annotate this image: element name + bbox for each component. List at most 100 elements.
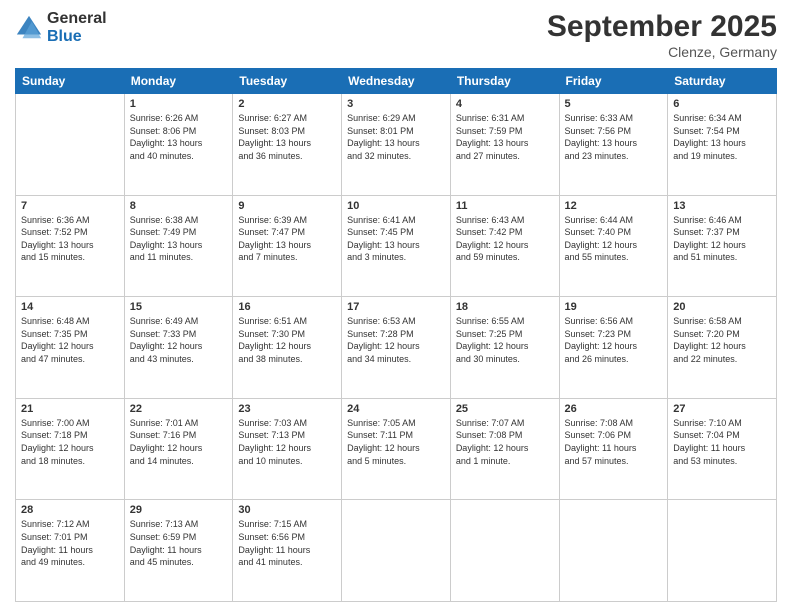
day-info: Sunrise: 7:12 AM Sunset: 7:01 PM Dayligh… — [21, 518, 119, 568]
day-info: Sunrise: 7:07 AM Sunset: 7:08 PM Dayligh… — [456, 417, 554, 467]
day-number: 19 — [565, 301, 663, 313]
title-area: September 2025 Clenze, Germany — [547, 10, 777, 60]
calendar-cell — [342, 500, 451, 602]
calendar-cell: 23 Sunrise: 7:03 AM Sunset: 7:13 PM Dayli… — [233, 398, 342, 500]
calendar-cell — [16, 94, 125, 196]
day-info: Sunrise: 7:10 AM Sunset: 7:04 PM Dayligh… — [673, 417, 771, 467]
week-row-2: 7 Sunrise: 6:36 AM Sunset: 7:52 PM Daylig… — [16, 195, 777, 297]
calendar-cell: 4 Sunrise: 6:31 AM Sunset: 7:59 PM Daylig… — [450, 94, 559, 196]
day-info: Sunrise: 6:26 AM Sunset: 8:06 PM Dayligh… — [130, 112, 228, 162]
day-of-week-monday: Monday — [124, 69, 233, 94]
day-number: 12 — [565, 200, 663, 212]
day-info: Sunrise: 7:08 AM Sunset: 7:06 PM Dayligh… — [565, 417, 663, 467]
day-info: Sunrise: 6:48 AM Sunset: 7:35 PM Dayligh… — [21, 315, 119, 365]
day-number: 16 — [238, 301, 336, 313]
day-number: 20 — [673, 301, 771, 313]
day-info: Sunrise: 7:13 AM Sunset: 6:59 PM Dayligh… — [130, 518, 228, 568]
calendar-cell: 2 Sunrise: 6:27 AM Sunset: 8:03 PM Daylig… — [233, 94, 342, 196]
day-number: 5 — [565, 98, 663, 110]
calendar-cell: 28 Sunrise: 7:12 AM Sunset: 7:01 PM Dayli… — [16, 500, 125, 602]
calendar-cell: 24 Sunrise: 7:05 AM Sunset: 7:11 PM Dayli… — [342, 398, 451, 500]
logo: General Blue — [15, 10, 107, 45]
day-info: Sunrise: 6:58 AM Sunset: 7:20 PM Dayligh… — [673, 315, 771, 365]
week-row-3: 14Sunrise: 6:48 AM Sunset: 7:35 PM Dayli… — [16, 297, 777, 399]
day-number: 22 — [130, 403, 228, 415]
calendar-cell: 6 Sunrise: 6:34 AM Sunset: 7:54 PM Daylig… — [668, 94, 777, 196]
calendar-cell: 16 Sunrise: 6:51 AM Sunset: 7:30 PM Dayli… — [233, 297, 342, 399]
calendar-cell: 13 Sunrise: 6:46 AM Sunset: 7:37 PM Dayli… — [668, 195, 777, 297]
day-info: Sunrise: 6:34 AM Sunset: 7:54 PM Dayligh… — [673, 112, 771, 162]
calendar-cell: 30Sunrise: 7:15 AM Sunset: 6:56 PM Dayli… — [233, 500, 342, 602]
day-number: 26 — [565, 403, 663, 415]
day-info: Sunrise: 6:53 AM Sunset: 7:28 PM Dayligh… — [347, 315, 445, 365]
calendar-cell: 5 Sunrise: 6:33 AM Sunset: 7:56 PM Daylig… — [559, 94, 668, 196]
day-info: Sunrise: 7:05 AM Sunset: 7:11 PM Dayligh… — [347, 417, 445, 467]
day-number: 9 — [238, 200, 336, 212]
calendar-cell: 1 Sunrise: 6:26 AM Sunset: 8:06 PM Daylig… — [124, 94, 233, 196]
calendar-cell — [450, 500, 559, 602]
day-info: Sunrise: 6:33 AM Sunset: 7:56 PM Dayligh… — [565, 112, 663, 162]
month-title: September 2025 — [547, 10, 777, 44]
day-number: 24 — [347, 403, 445, 415]
calendar-cell — [668, 500, 777, 602]
day-number: 8 — [130, 200, 228, 212]
day-info: Sunrise: 6:56 AM Sunset: 7:23 PM Dayligh… — [565, 315, 663, 365]
day-info: Sunrise: 7:01 AM Sunset: 7:16 PM Dayligh… — [130, 417, 228, 467]
day-number: 27 — [673, 403, 771, 415]
logo-blue-text: Blue — [47, 28, 107, 46]
day-number: 28 — [21, 504, 119, 516]
day-number: 13 — [673, 200, 771, 212]
day-info: Sunrise: 7:03 AM Sunset: 7:13 PM Dayligh… — [238, 417, 336, 467]
day-number: 6 — [673, 98, 771, 110]
calendar-cell: 20 Sunrise: 6:58 AM Sunset: 7:20 PM Dayli… — [668, 297, 777, 399]
calendar-cell: 22 Sunrise: 7:01 AM Sunset: 7:16 PM Dayli… — [124, 398, 233, 500]
day-number: 7 — [21, 200, 119, 212]
calendar-cell: 12 Sunrise: 6:44 AM Sunset: 7:40 PM Dayli… — [559, 195, 668, 297]
logo-icon — [15, 14, 43, 42]
calendar-cell: 26 Sunrise: 7:08 AM Sunset: 7:06 PM Dayli… — [559, 398, 668, 500]
day-number: 18 — [456, 301, 554, 313]
day-of-week-saturday: Saturday — [668, 69, 777, 94]
day-info: Sunrise: 7:15 AM Sunset: 6:56 PM Dayligh… — [238, 518, 336, 568]
page: General Blue September 2025 Clenze, Germ… — [0, 0, 792, 612]
week-row-5: 28 Sunrise: 7:12 AM Sunset: 7:01 PM Dayli… — [16, 500, 777, 602]
day-of-week-thursday: Thursday — [450, 69, 559, 94]
day-info: Sunrise: 6:36 AM Sunset: 7:52 PM Dayligh… — [21, 214, 119, 264]
day-info: Sunrise: 6:46 AM Sunset: 7:37 PM Dayligh… — [673, 214, 771, 264]
calendar-cell: 29Sunrise: 7:13 AM Sunset: 6:59 PM Dayli… — [124, 500, 233, 602]
day-number: 4 — [456, 98, 554, 110]
calendar-cell: 3 Sunrise: 6:29 AM Sunset: 8:01 PM Daylig… — [342, 94, 451, 196]
day-info: Sunrise: 6:27 AM Sunset: 8:03 PM Dayligh… — [238, 112, 336, 162]
day-of-week-tuesday: Tuesday — [233, 69, 342, 94]
calendar: SundayMondayTuesdayWednesdayThursdayFrid… — [15, 68, 777, 602]
day-number: 21 — [21, 403, 119, 415]
day-info: Sunrise: 6:51 AM Sunset: 7:30 PM Dayligh… — [238, 315, 336, 365]
day-info: Sunrise: 6:29 AM Sunset: 8:01 PM Dayligh… — [347, 112, 445, 162]
day-number: 3 — [347, 98, 445, 110]
day-of-week-wednesday: Wednesday — [342, 69, 451, 94]
calendar-cell: 25 Sunrise: 7:07 AM Sunset: 7:08 PM Dayli… — [450, 398, 559, 500]
location: Clenze, Germany — [547, 44, 777, 60]
header: General Blue September 2025 Clenze, Germ… — [15, 10, 777, 60]
day-of-week-sunday: Sunday — [16, 69, 125, 94]
calendar-cell: 10 Sunrise: 6:41 AM Sunset: 7:45 PM Dayli… — [342, 195, 451, 297]
day-info: Sunrise: 6:31 AM Sunset: 7:59 PM Dayligh… — [456, 112, 554, 162]
calendar-cell: 11Sunrise: 6:43 AM Sunset: 7:42 PM Dayli… — [450, 195, 559, 297]
day-info: Sunrise: 7:00 AM Sunset: 7:18 PM Dayligh… — [21, 417, 119, 467]
logo-text: General Blue — [47, 10, 107, 45]
day-of-week-friday: Friday — [559, 69, 668, 94]
calendar-cell: 14Sunrise: 6:48 AM Sunset: 7:35 PM Dayli… — [16, 297, 125, 399]
calendar-cell: 21 Sunrise: 7:00 AM Sunset: 7:18 PM Dayli… — [16, 398, 125, 500]
calendar-cell: 8Sunrise: 6:38 AM Sunset: 7:49 PM Daylig… — [124, 195, 233, 297]
day-info: Sunrise: 6:41 AM Sunset: 7:45 PM Dayligh… — [347, 214, 445, 264]
day-number: 10 — [347, 200, 445, 212]
calendar-cell: 15Sunrise: 6:49 AM Sunset: 7:33 PM Dayli… — [124, 297, 233, 399]
day-number: 25 — [456, 403, 554, 415]
day-number: 23 — [238, 403, 336, 415]
day-number: 2 — [238, 98, 336, 110]
day-info: Sunrise: 6:43 AM Sunset: 7:42 PM Dayligh… — [456, 214, 554, 264]
day-number: 17 — [347, 301, 445, 313]
week-row-1: 1 Sunrise: 6:26 AM Sunset: 8:06 PM Daylig… — [16, 94, 777, 196]
day-info: Sunrise: 6:44 AM Sunset: 7:40 PM Dayligh… — [565, 214, 663, 264]
day-number: 1 — [130, 98, 228, 110]
